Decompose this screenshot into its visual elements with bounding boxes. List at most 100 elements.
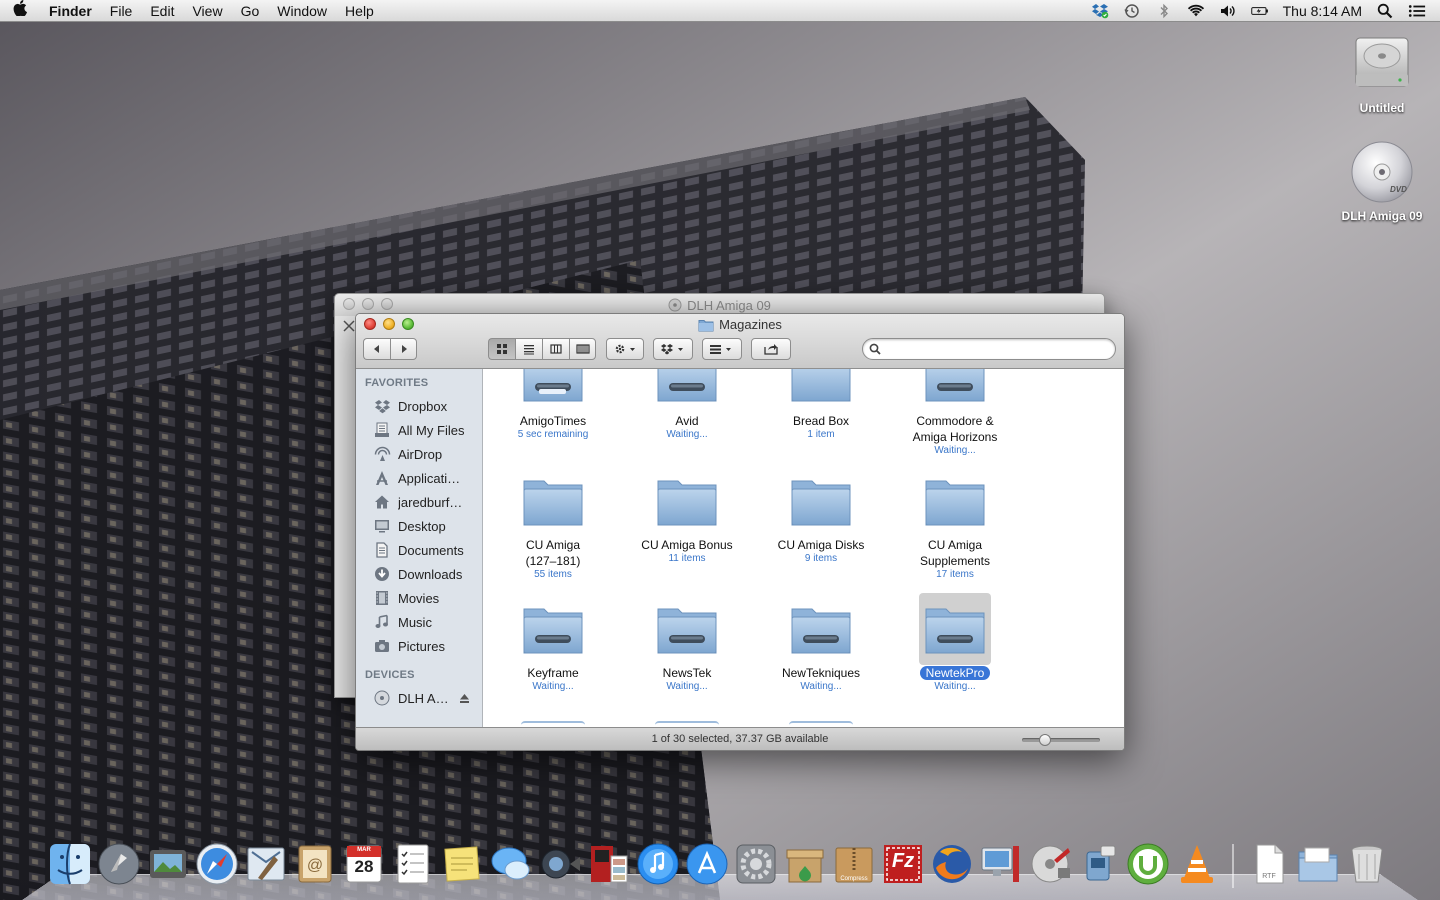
menu-window[interactable]: Window: [268, 0, 336, 22]
sidebar-item-dropbox[interactable]: Dropbox: [356, 394, 482, 418]
dropbox-toolbar-button[interactable]: [653, 338, 693, 360]
eject-icon[interactable]: [459, 693, 470, 704]
finder-window[interactable]: Magazines FAVORITES Dropbox All My Files…: [355, 313, 1125, 751]
sidebar-item-music[interactable]: Music: [356, 610, 482, 634]
folder-icon: [923, 369, 987, 405]
forward-button[interactable]: [390, 338, 417, 360]
search-input[interactable]: [885, 342, 1105, 356]
sidebar-item-applications[interactable]: Applicati…: [356, 466, 482, 490]
arrange-icon: [709, 343, 735, 355]
notification-list-icon[interactable]: [1408, 2, 1426, 20]
folder-item[interactable]: CU Amiga Bonus 11 items: [620, 465, 754, 565]
folder-item[interactable]: AmigoTimes 5 sec remaining: [486, 369, 620, 441]
apple-menu-icon[interactable]: [0, 0, 40, 21]
address-book-icon[interactable]: @: [291, 840, 339, 888]
folder-thumbnail: [785, 465, 857, 537]
finder-icon[interactable]: [46, 840, 94, 888]
folder-icon: [923, 601, 987, 657]
folder-item[interactable]: CU Amiga Disks 9 items: [754, 465, 888, 565]
itunes-icon[interactable]: [634, 840, 682, 888]
trash-icon[interactable]: [1343, 840, 1391, 888]
utorrent-icon[interactable]: [1124, 840, 1172, 888]
messages-icon[interactable]: [487, 840, 535, 888]
folder-item[interactable]: CU Amiga Supplements 17 items: [888, 465, 1022, 581]
menu-file[interactable]: File: [101, 0, 142, 22]
sidebar-item-documents[interactable]: Documents: [356, 538, 482, 562]
menu-app-finder[interactable]: Finder: [40, 0, 101, 22]
folder-item[interactable]: NewtekPro Waiting...: [888, 593, 1022, 693]
folder-item[interactable]: Avid Waiting...: [620, 369, 754, 441]
column-view-button[interactable]: [542, 338, 569, 360]
disk-utility-icon[interactable]: [1026, 840, 1074, 888]
slider-knob[interactable]: [1039, 734, 1051, 746]
menu-clock[interactable]: Thu 8:14 AM: [1283, 0, 1362, 22]
folder-name-text: Commodore & Amiga Horizons: [913, 414, 998, 444]
battery-icon[interactable]: [1251, 2, 1269, 20]
icon-size-slider[interactable]: [1022, 738, 1100, 742]
filezilla-icon[interactable]: Fz: [879, 840, 927, 888]
vlc-icon[interactable]: [1173, 840, 1221, 888]
folder-item[interactable]: Keyframe Waiting...: [486, 593, 620, 693]
downloads-stack-icon[interactable]: [1294, 840, 1342, 888]
dock: @ MAR 28 Compress Fz RTF: [46, 840, 1391, 888]
dropbox-status-icon[interactable]: [1091, 2, 1109, 20]
compress-icon[interactable]: Compress: [830, 840, 878, 888]
time-machine-icon[interactable]: [1123, 2, 1141, 20]
mail-icon[interactable]: [242, 840, 290, 888]
folder-item[interactable]: Bread Box 1 item: [754, 369, 888, 441]
sidebar-item-downloads[interactable]: Downloads: [356, 562, 482, 586]
zoom-button[interactable]: [381, 298, 393, 310]
automator-icon[interactable]: [1075, 840, 1123, 888]
launchpad-icon[interactable]: [95, 840, 143, 888]
folder-item[interactable]: NewsTek Waiting...: [620, 593, 754, 693]
folder-item[interactable]: CU Amiga (127–181) 55 items: [486, 465, 620, 581]
archive-utility-icon[interactable]: [781, 840, 829, 888]
folder-item[interactable]: NewTekniques Waiting...: [754, 593, 888, 693]
list-view-button[interactable]: [515, 338, 542, 360]
menu-view[interactable]: View: [183, 0, 231, 22]
volume-icon[interactable]: [1219, 2, 1237, 20]
back-button[interactable]: [363, 338, 390, 360]
desktop-icon-untitled[interactable]: Untitled: [1332, 30, 1432, 116]
gear-icon: [613, 343, 637, 355]
search-field[interactable]: [862, 338, 1116, 360]
folder-thumbnail: [785, 369, 857, 413]
reminders-icon[interactable]: [389, 840, 437, 888]
icon-view-button[interactable]: [488, 338, 515, 360]
sidebar-item-pictures[interactable]: Pictures: [356, 634, 482, 658]
close-button[interactable]: [343, 298, 355, 310]
arrange-menu-button[interactable]: [702, 338, 742, 360]
ical-icon[interactable]: MAR 28: [340, 840, 388, 888]
sidebar-item-airdrop[interactable]: AirDrop: [356, 442, 482, 466]
migration-icon[interactable]: [977, 840, 1025, 888]
documents-stack-icon[interactable]: RTF: [1245, 840, 1293, 888]
wifi-icon[interactable]: [1187, 2, 1205, 20]
sidebar-item-all-my-files[interactable]: All My Files: [356, 418, 482, 442]
sidebar-item-desktop[interactable]: Desktop: [356, 514, 482, 538]
facetime-icon[interactable]: [536, 840, 584, 888]
coverflow-view-button[interactable]: [569, 338, 596, 360]
firefox-icon[interactable]: [928, 840, 976, 888]
sidebar-item-home[interactable]: jaredburf…: [356, 490, 482, 514]
menu-go[interactable]: Go: [232, 0, 269, 22]
action-menu-button[interactable]: [606, 338, 644, 360]
desktop-icon-dvd[interactable]: DVD DLH Amiga 09: [1332, 140, 1432, 224]
menu-edit[interactable]: Edit: [141, 0, 183, 22]
minimize-button[interactable]: [362, 298, 374, 310]
folder-item[interactable]: Commodore & Amiga Horizons Waiting...: [888, 369, 1022, 457]
disc-icon: [668, 298, 682, 312]
app-store-icon[interactable]: [683, 840, 731, 888]
photo-booth-icon[interactable]: [585, 840, 633, 888]
stickies-icon[interactable]: [438, 840, 486, 888]
share-button[interactable]: [751, 338, 791, 360]
system-preferences-icon[interactable]: [732, 840, 780, 888]
sidebar-item-dvd[interactable]: DLH A…: [356, 686, 482, 710]
safari-icon[interactable]: [193, 840, 241, 888]
folder-status: Waiting...: [888, 681, 1022, 693]
image-capture-icon[interactable]: [144, 840, 192, 888]
sidebar-item-movies[interactable]: Movies: [356, 586, 482, 610]
menu-help[interactable]: Help: [336, 0, 383, 22]
spotlight-icon[interactable]: [1376, 2, 1394, 20]
bluetooth-icon[interactable]: [1155, 2, 1173, 20]
titlebar[interactable]: Magazines: [356, 314, 1124, 369]
